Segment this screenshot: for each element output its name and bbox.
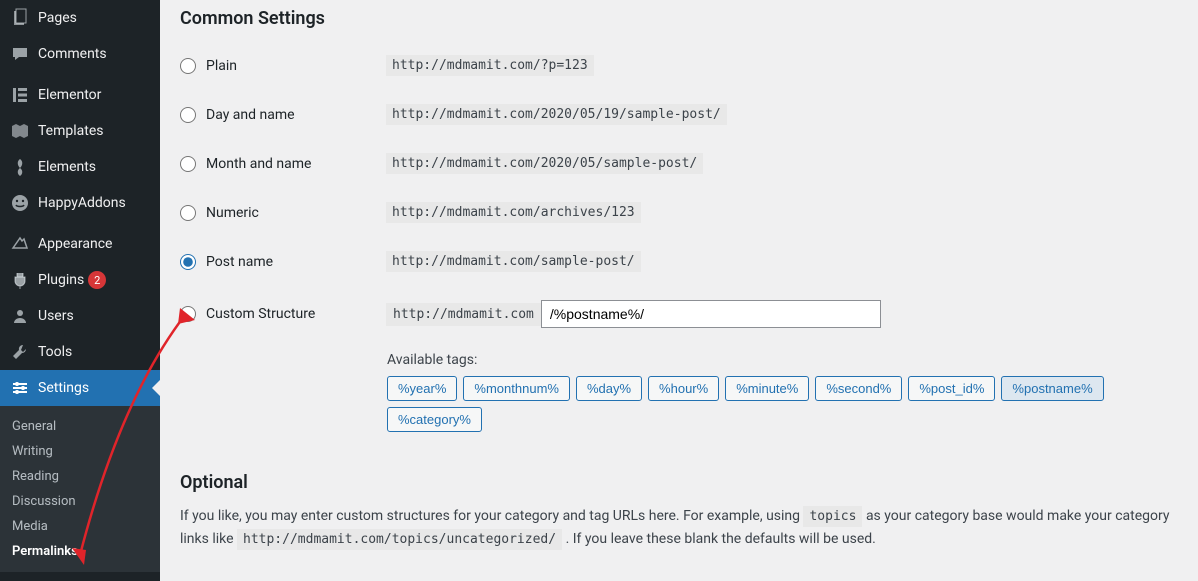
- permalink-option-label[interactable]: Post name: [206, 254, 386, 270]
- sidebar-item-plugins[interactable]: Plugins2: [0, 262, 160, 298]
- main-content: Common Settings Plainhttp://mdmamit.com/…: [160, 0, 1198, 581]
- permalink-example: http://mdmamit.com/sample-post/: [386, 251, 641, 272]
- optional-code-url: http://mdmamit.com/topics/uncategorized/: [237, 529, 562, 550]
- structure-tag-button[interactable]: %hour%: [648, 376, 719, 401]
- submenu-item-writing[interactable]: Writing: [0, 439, 160, 464]
- submenu-item-discussion[interactable]: Discussion: [0, 489, 160, 514]
- submenu-item-general[interactable]: General: [0, 414, 160, 439]
- permalink-option-row: Month and namehttp://mdmamit.com/2020/05…: [180, 139, 1178, 188]
- sidebar-item-settings[interactable]: Settings: [0, 370, 160, 406]
- permalink-option-row: Custom Structurehttp://mdmamit.com: [180, 286, 1178, 342]
- permalink-radio-plain[interactable]: [180, 58, 196, 74]
- sidebar-item-label: Users: [38, 308, 74, 324]
- permalink-option-row: Numerichttp://mdmamit.com/archives/123: [180, 188, 1178, 237]
- available-tags: %year%%monthnum%%day%%hour%%minute%%seco…: [387, 376, 1178, 432]
- permalink-option-row: Day and namehttp://mdmamit.com/2020/05/1…: [180, 90, 1178, 139]
- pages-icon: [10, 8, 30, 28]
- happy-icon: [10, 193, 30, 213]
- sidebar-item-label: Settings: [38, 380, 89, 396]
- structure-tag-button[interactable]: %category%: [387, 407, 482, 432]
- structure-tag-button[interactable]: %second%: [815, 376, 902, 401]
- permalink-option-label[interactable]: Day and name: [206, 107, 386, 123]
- permalink-example: http://mdmamit.com/archives/123: [386, 202, 641, 223]
- permalink-radio-post-name[interactable]: [180, 254, 196, 270]
- sidebar-item-happyaddons[interactable]: HappyAddons: [0, 185, 160, 221]
- update-badge: 2: [88, 271, 106, 289]
- permalink-option-label[interactable]: Plain: [206, 58, 386, 74]
- structure-tag-button[interactable]: %year%: [387, 376, 457, 401]
- templates-icon: [10, 121, 30, 141]
- appearance-icon: [10, 234, 30, 254]
- structure-tag-button[interactable]: %monthnum%: [463, 376, 570, 401]
- users-icon: [10, 306, 30, 326]
- available-tags-label: Available tags:: [387, 352, 1178, 368]
- sidebar-item-label: Plugins: [38, 272, 84, 288]
- permalink-example: http://mdmamit.com/?p=123: [386, 55, 594, 76]
- submenu-item-permalinks[interactable]: Permalinks: [0, 539, 160, 564]
- elements-icon: [10, 157, 30, 177]
- sidebar-item-users[interactable]: Users: [0, 298, 160, 334]
- permalink-example: http://mdmamit.com/2020/05/sample-post/: [386, 153, 703, 174]
- sidebar-item-templates[interactable]: Templates: [0, 113, 160, 149]
- structure-tag-button[interactable]: %postname%: [1001, 376, 1103, 401]
- submenu-item-reading[interactable]: Reading: [0, 464, 160, 489]
- plugins-icon: [10, 270, 30, 290]
- optional-description: If you like, you may enter custom struct…: [180, 505, 1178, 551]
- structure-tag-button[interactable]: %post_id%: [908, 376, 995, 401]
- comments-icon: [10, 44, 30, 64]
- permalink-option-label[interactable]: Numeric: [206, 205, 386, 221]
- permalink-option-label[interactable]: Custom Structure: [206, 306, 386, 322]
- sidebar-item-elements[interactable]: Elements: [0, 149, 160, 185]
- permalink-radio-custom-structure[interactable]: [180, 306, 196, 322]
- heading-optional: Optional: [180, 472, 1178, 493]
- settings-submenu: GeneralWritingReadingDiscussionMediaPerm…: [0, 406, 160, 572]
- sidebar-item-label: Tools: [38, 344, 72, 360]
- sidebar-item-comments[interactable]: Comments: [0, 36, 160, 72]
- settings-icon: [10, 378, 30, 398]
- structure-tag-button[interactable]: %day%: [576, 376, 642, 401]
- sidebar-item-label: Appearance: [38, 236, 112, 252]
- admin-sidebar: Pages Comments Elementor Templates Elements H…: [0, 0, 160, 581]
- custom-structure-prefix: http://mdmamit.com: [386, 303, 541, 326]
- sidebar-item-appearance[interactable]: Appearance: [0, 226, 160, 262]
- permalink-example: http://mdmamit.com/2020/05/19/sample-pos…: [386, 104, 727, 125]
- sidebar-item-label: Elementor: [38, 87, 101, 103]
- permalink-radio-day-and-name[interactable]: [180, 107, 196, 123]
- submenu-item-media[interactable]: Media: [0, 514, 160, 539]
- sidebar-item-elementor[interactable]: Elementor: [0, 77, 160, 113]
- sidebar-item-label: Comments: [38, 46, 107, 62]
- elementor-icon: [10, 85, 30, 105]
- optional-code-topics: topics: [803, 506, 862, 527]
- permalink-radio-numeric[interactable]: [180, 205, 196, 221]
- permalink-option-label[interactable]: Month and name: [206, 156, 386, 172]
- sidebar-item-pages[interactable]: Pages: [0, 0, 160, 36]
- tools-icon: [10, 342, 30, 362]
- sidebar-item-label: Templates: [38, 123, 104, 139]
- permalink-option-row: Post namehttp://mdmamit.com/sample-post/: [180, 237, 1178, 286]
- permalink-radio-month-and-name[interactable]: [180, 156, 196, 172]
- structure-tag-button[interactable]: %minute%: [725, 376, 809, 401]
- custom-structure-input[interactable]: [541, 300, 881, 328]
- sidebar-item-label: Elements: [38, 159, 96, 175]
- sidebar-item-label: HappyAddons: [38, 195, 126, 211]
- active-indicator: [152, 380, 160, 396]
- sidebar-item-label: Pages: [38, 10, 77, 26]
- permalink-option-row: Plainhttp://mdmamit.com/?p=123: [180, 41, 1178, 90]
- sidebar-item-tools[interactable]: Tools: [0, 334, 160, 370]
- heading-common-settings: Common Settings: [180, 8, 1178, 29]
